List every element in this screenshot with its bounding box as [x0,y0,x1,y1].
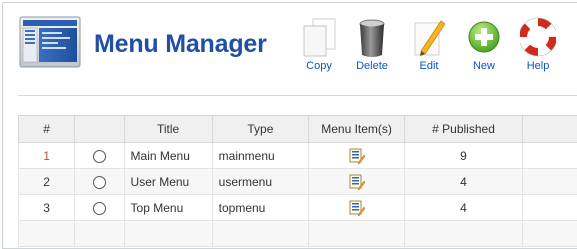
new-button[interactable]: New [459,13,509,75]
row-select-cell [74,168,125,195]
column-header-number[interactable]: # [17,115,76,143]
row-radio[interactable] [92,175,106,189]
column-header-type[interactable]: Type [211,115,310,143]
row-menu-items-cell [308,168,406,195]
row-title-link[interactable]: Main Menu [123,142,213,169]
row-published-count: 9 [404,142,523,169]
partial-cell [74,220,125,247]
help-button[interactable]: Help [513,13,563,75]
row-menu-items-cell [308,142,406,169]
copy-button[interactable]: Copy [294,13,344,75]
row-extra-cell [521,142,577,169]
column-header-extra [521,115,577,143]
content-frame: Menu Manager Copy Delete Edit New Help #… [2,2,577,249]
menu-items-icon[interactable] [349,200,365,216]
row-select-cell [74,142,125,169]
partial-cell [123,220,213,247]
delete-button[interactable]: Delete [347,13,397,75]
partial-cell [404,220,523,247]
menu-manager-logo-icon [19,16,81,68]
row-type: mainmenu [211,142,310,169]
row-select-cell [74,194,125,221]
edit-button[interactable]: Edit [404,13,454,75]
row-title-link[interactable]: Top Menu [123,194,213,221]
menu-table: # Title Type Menu Item(s) # Published 1 … [17,115,577,247]
partial-cell [521,220,577,247]
row-published-count: 4 [404,168,523,195]
row-type: topmenu [211,194,310,221]
partial-cell [308,220,406,247]
column-header-published[interactable]: # Published [404,115,523,143]
table-row: 2 User Menu usermenu 4 [17,168,577,195]
partial-cell [17,220,76,247]
pencil-edit-icon [414,20,446,56]
table-header-row: # Title Type Menu Item(s) # Published [17,115,577,143]
edit-label: Edit [419,60,439,72]
row-menu-items-cell [308,194,406,221]
row-radio[interactable] [92,149,106,163]
menu-items-icon[interactable] [349,174,365,190]
delete-label: Delete [356,60,388,72]
row-number: 3 [17,194,76,221]
copy-icon [303,18,336,57]
page-title: Menu Manager [94,30,267,58]
divider [18,95,577,96]
row-number: 1 [17,142,76,169]
help-label: Help [526,60,550,72]
row-number: 2 [17,168,76,195]
column-header-title[interactable]: Title [123,115,213,143]
row-extra-cell [521,194,577,221]
column-header-select [74,115,125,143]
lifebuoy-help-icon [520,17,556,57]
column-header-menu-items[interactable]: Menu Item(s) [308,115,406,143]
menu-items-icon[interactable] [349,148,365,164]
table-row-partial [17,220,577,247]
plus-new-icon [468,21,500,53]
partial-cell [211,220,310,247]
table-row: 3 Top Menu topmenu 4 [17,194,577,221]
table-row: 1 Main Menu mainmenu 9 [17,142,577,169]
toolbar-header: Menu Manager Copy Delete Edit New Help [3,3,577,95]
row-type: usermenu [211,168,310,195]
copy-label: Copy [306,60,332,72]
trash-can-icon [359,19,385,57]
row-title-link[interactable]: User Menu [123,168,213,195]
row-published-count: 4 [404,194,523,221]
row-extra-cell [521,168,577,195]
row-radio[interactable] [92,201,106,215]
new-label: New [472,60,495,72]
